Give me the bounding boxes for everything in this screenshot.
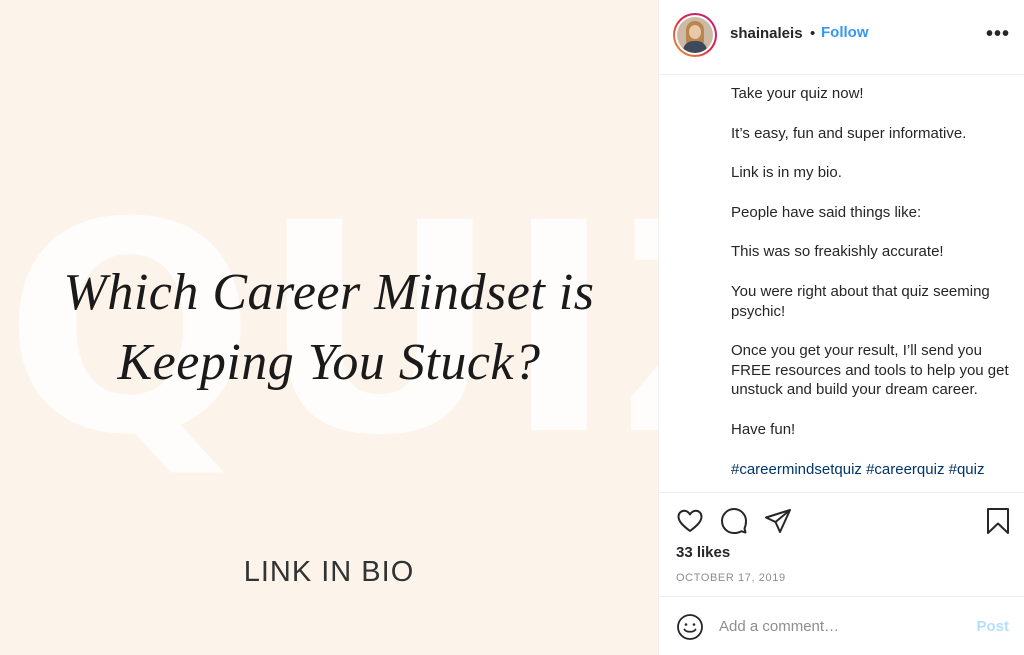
caption-paragraph: You were right about that quiz seeming p… — [731, 282, 990, 320]
profile-photo — [677, 17, 713, 53]
caption-paragraph: Take your quiz now! — [731, 85, 864, 102]
emoji-icon[interactable] — [676, 613, 704, 641]
caption-paragraph: It’s easy, fun and super informative. — [731, 124, 967, 142]
caption-paragraph: Once you get your result, I’ll send you … — [731, 342, 1009, 399]
post-actions: 33 likes OCTOBER 17, 2019 — [659, 492, 1024, 596]
post-caption: Take your quiz now! It’s easy, fun and s… — [731, 84, 1021, 486]
heart-icon[interactable] — [676, 507, 704, 535]
link-in-bio-text: LINK IN BIO — [243, 556, 415, 588]
caption-paragraph: This was so freakishly accurate! — [731, 243, 944, 261]
avatar[interactable] — [673, 13, 717, 57]
separator-dot: • — [810, 25, 816, 42]
share-icon[interactable] — [764, 507, 792, 535]
headline-line-1: Which Career Mindset is — [63, 264, 595, 321]
caption-paragraph: Link is in my bio. — [731, 164, 842, 182]
likes-count[interactable]: 33 likes — [676, 544, 730, 561]
post-header: shainaleis • Follow ••• — [659, 0, 1024, 75]
post-headline: Which Career Mindset is Keeping You Stuc… — [0, 258, 658, 398]
headline-line-2: Keeping You Stuck? — [117, 334, 541, 391]
caption-paragraph: Have fun! — [731, 420, 796, 438]
bookmark-icon[interactable] — [984, 507, 1012, 535]
follow-button[interactable]: Follow — [821, 24, 869, 41]
post-side-panel: shainaleis • Follow ••• Take your quiz n… — [658, 0, 1024, 655]
comment-bar: Post — [659, 596, 1024, 655]
post-image[interactable]: QUIZ Which Career Mindset is Keeping You… — [0, 0, 658, 655]
post-date: OCTOBER 17, 2019 — [676, 572, 786, 584]
more-options-icon[interactable]: ••• — [986, 24, 1010, 44]
hashtags-link[interactable]: #careermindsetquiz #careerquiz #quiz — [731, 460, 1021, 480]
username-link[interactable]: shainaleis — [730, 25, 803, 42]
comment-icon[interactable] — [720, 507, 748, 535]
post-comment-button[interactable]: Post — [976, 618, 1009, 635]
comment-input[interactable] — [719, 614, 959, 638]
caption-paragraph: People have said things like: — [731, 203, 922, 221]
